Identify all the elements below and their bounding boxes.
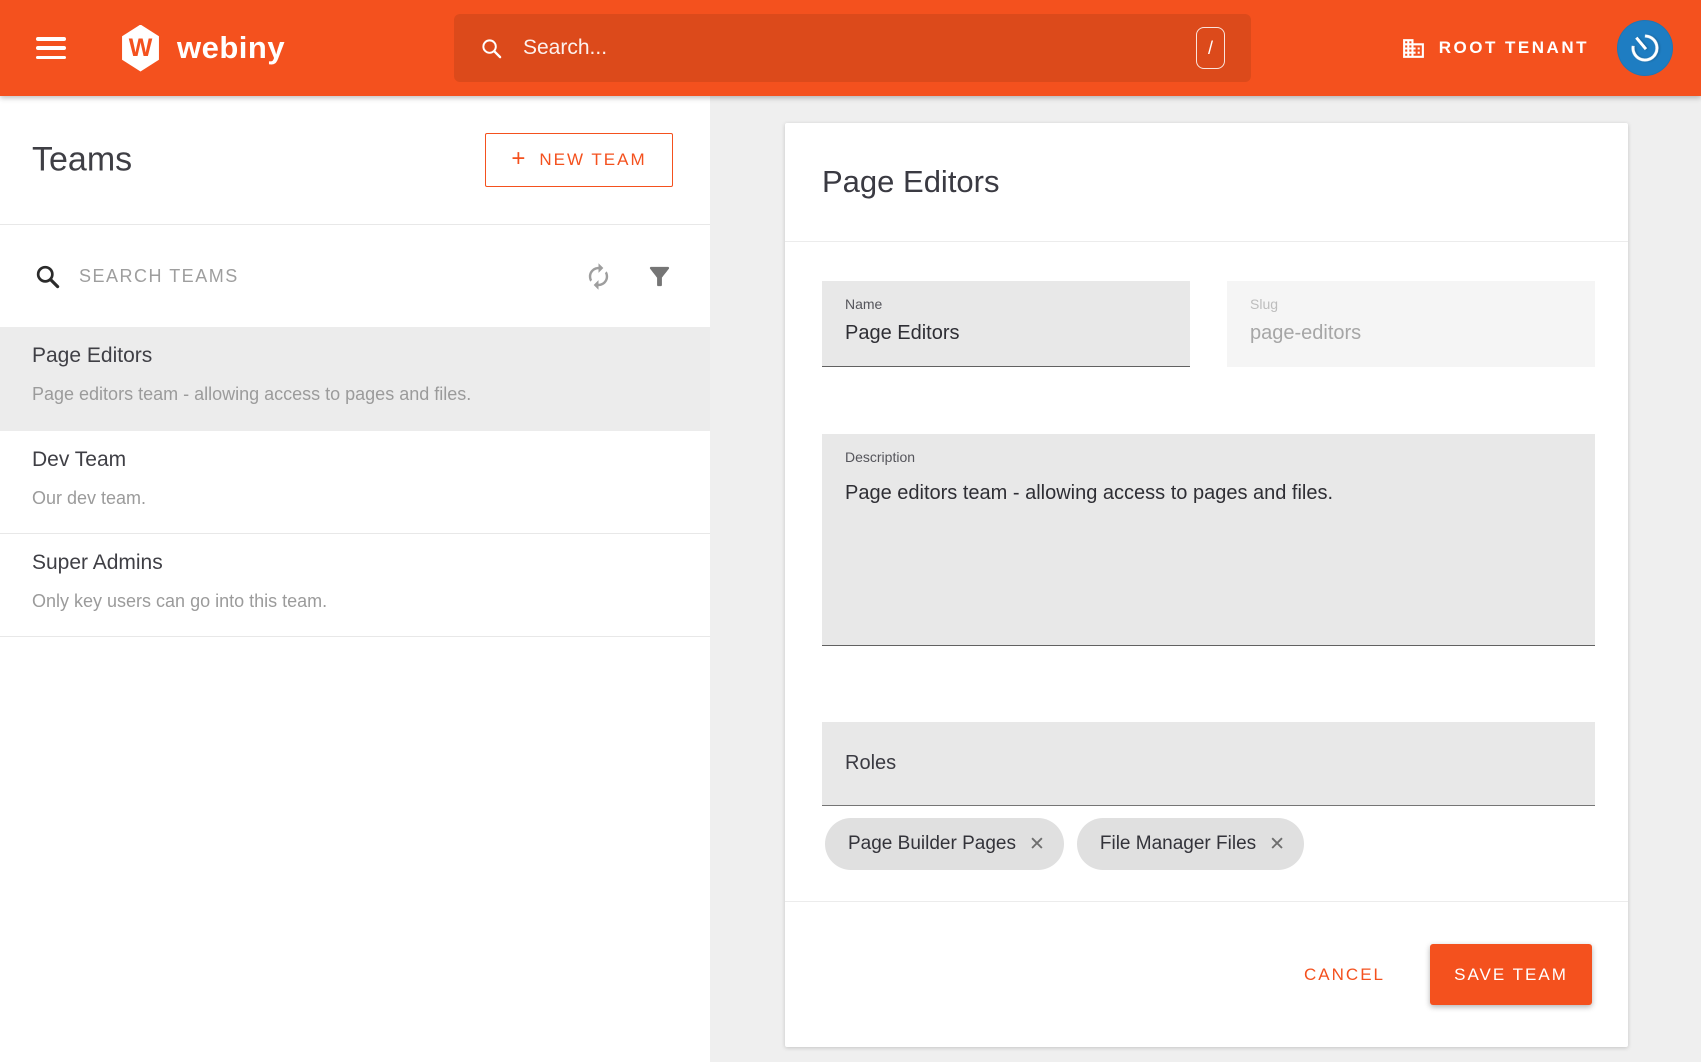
search-teams-icon bbox=[34, 263, 61, 290]
slash-shortcut-badge: / bbox=[1196, 27, 1225, 69]
user-avatar[interactable] bbox=[1617, 20, 1673, 76]
name-field[interactable]: Name Page Editors bbox=[822, 281, 1190, 367]
role-chip-label: File Manager Files bbox=[1100, 833, 1256, 855]
team-name: Dev Team bbox=[32, 448, 678, 472]
roles-field-label: Roles bbox=[845, 752, 896, 775]
team-detail-title: Page Editors bbox=[822, 164, 1000, 200]
team-detail-header: Page Editors bbox=[785, 123, 1628, 242]
search-teams-input[interactable] bbox=[79, 266, 584, 287]
slug-field: Slug page-editors bbox=[1227, 281, 1595, 367]
name-field-label: Name bbox=[845, 296, 1167, 312]
name-field-value: Page Editors bbox=[845, 322, 1167, 345]
filter-icon bbox=[645, 262, 674, 291]
role-chip-page-builder-pages: Page Builder Pages ✕ bbox=[825, 818, 1064, 870]
plus-icon: + bbox=[511, 145, 527, 173]
slug-field-value: page-editors bbox=[1250, 322, 1572, 345]
webiny-wordmark: webiny bbox=[177, 30, 285, 66]
roles-chips: Page Builder Pages ✕ File Manager Files … bbox=[825, 818, 1304, 870]
logo-letter: W bbox=[129, 34, 153, 63]
team-name: Page Editors bbox=[32, 344, 678, 368]
filter-button[interactable] bbox=[645, 262, 674, 291]
remove-role-icon[interactable]: ✕ bbox=[1269, 835, 1285, 854]
description-field[interactable]: Description Page editors team - allowing… bbox=[822, 434, 1595, 646]
teams-panel-header: Teams + NEW TEAM bbox=[0, 96, 710, 225]
new-team-button[interactable]: + NEW TEAM bbox=[485, 133, 673, 187]
refresh-icon bbox=[584, 262, 613, 291]
team-list-item-dev-team[interactable]: Dev Team Our dev team. bbox=[0, 431, 710, 534]
search-icon bbox=[480, 37, 503, 60]
teams-search-row bbox=[0, 225, 710, 327]
role-chip-label: Page Builder Pages bbox=[848, 833, 1016, 855]
team-detail-card: Page Editors Name Page Editors Slug page… bbox=[785, 123, 1628, 1047]
team-list-item-super-admins[interactable]: Super Admins Only key users can go into … bbox=[0, 534, 710, 637]
team-list-item-page-editors[interactable]: Page Editors Page editors team - allowin… bbox=[0, 327, 710, 431]
description-field-label: Description bbox=[845, 449, 1572, 465]
page-title: Teams bbox=[32, 141, 132, 180]
new-team-button-label: NEW TEAM bbox=[539, 150, 646, 170]
remove-role-icon[interactable]: ✕ bbox=[1029, 835, 1045, 854]
building-icon bbox=[1401, 36, 1426, 61]
team-name: Super Admins bbox=[32, 551, 678, 575]
global-search-bar[interactable]: / bbox=[454, 14, 1251, 82]
form-footer: CANCEL SAVE TEAM bbox=[785, 901, 1628, 1047]
team-description: Page editors team - allowing access to p… bbox=[32, 384, 678, 405]
roles-field[interactable]: Roles bbox=[822, 722, 1595, 806]
hamburger-menu-icon[interactable] bbox=[36, 37, 66, 59]
tenant-label: ROOT TENANT bbox=[1439, 38, 1589, 58]
description-field-value: Page editors team - allowing access to p… bbox=[845, 482, 1572, 505]
global-search-input[interactable] bbox=[523, 36, 1196, 60]
slug-field-label: Slug bbox=[1250, 296, 1572, 312]
cancel-button[interactable]: CANCEL bbox=[1298, 955, 1391, 995]
teams-list-panel: Teams + NEW TEAM Page Editors Page edito… bbox=[0, 96, 710, 1062]
team-description: Only key users can go into this team. bbox=[32, 591, 678, 612]
save-team-button[interactable]: SAVE TEAM bbox=[1430, 944, 1592, 1005]
team-description: Our dev team. bbox=[32, 488, 678, 509]
tenant-selector[interactable]: ROOT TENANT bbox=[1401, 36, 1589, 61]
team-form: Name Page Editors Slug page-editors Desc… bbox=[785, 242, 1628, 1047]
power-icon bbox=[1620, 23, 1671, 74]
role-chip-file-manager-files: File Manager Files ✕ bbox=[1077, 818, 1304, 870]
webiny-logo-icon: W bbox=[120, 25, 161, 72]
app-header: W webiny / ROOT TENANT bbox=[0, 0, 1701, 96]
refresh-button[interactable] bbox=[584, 262, 613, 291]
